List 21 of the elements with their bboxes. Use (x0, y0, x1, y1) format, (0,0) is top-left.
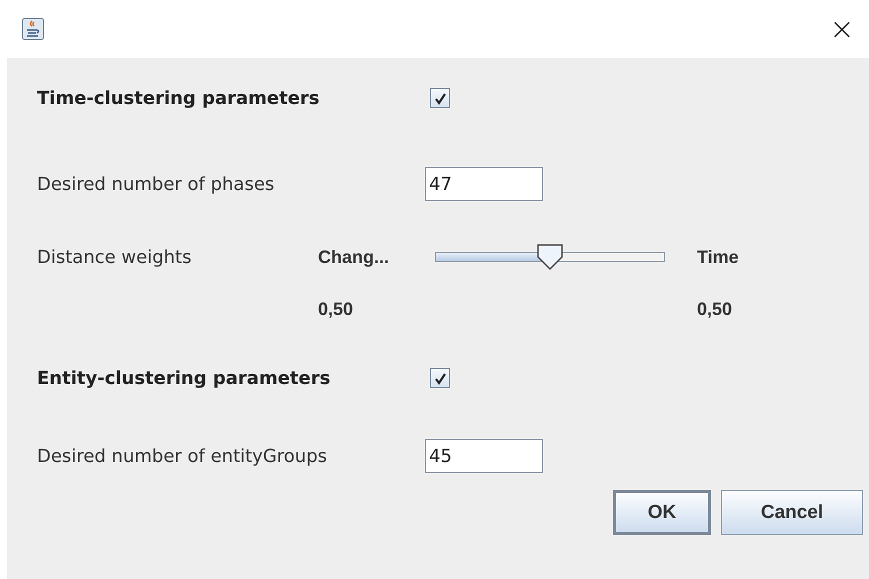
check-icon (434, 92, 446, 104)
cancel-button[interactable]: Cancel (721, 490, 863, 535)
slider-right-label: Time (697, 246, 739, 268)
slider[interactable] (435, 243, 665, 271)
cup-icon (22, 18, 44, 40)
field-label: Desired number of phases (37, 174, 276, 194)
field-label: Desired number of entityGroups (37, 446, 328, 466)
ok-button[interactable]: OK (613, 490, 711, 535)
slider-right-value: 0,50 (697, 298, 732, 320)
section-title: Time-clustering parameters (37, 88, 320, 108)
section-title: Entity-clustering parameters (37, 368, 332, 388)
slider-thumb[interactable] (536, 243, 564, 271)
close-button[interactable]: × (827, 12, 857, 46)
checkbox[interactable] (430, 368, 450, 388)
slider-left-label: Chang... (318, 246, 390, 268)
slider-left-value: 0,50 (318, 298, 354, 320)
field-label: Distance weights (37, 246, 192, 268)
check-icon (434, 372, 446, 384)
checkbox[interactable] (430, 88, 450, 108)
phases-field[interactable]: 47 (425, 167, 543, 201)
groups-field[interactable]: 45 (425, 439, 543, 473)
